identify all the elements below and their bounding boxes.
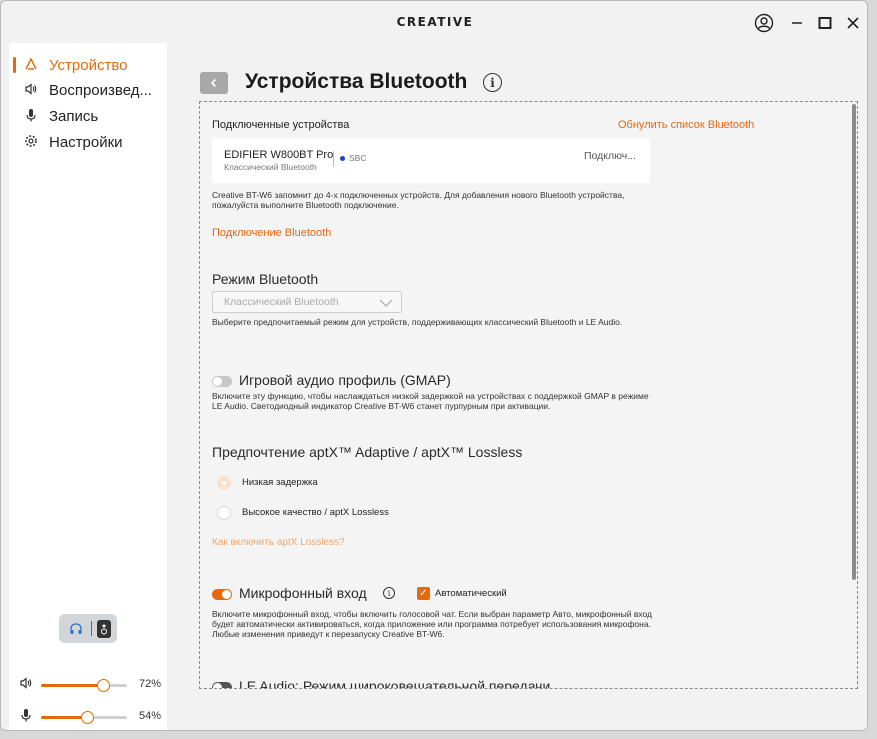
- radio-high-quality[interactable]: [217, 506, 231, 520]
- sidebar: Устройство Воспроизвед... Запись Настрой…: [9, 43, 167, 730]
- playback-volume: 72%: [17, 676, 167, 694]
- settings-panel: Подключенные устройства Обнулить список …: [199, 101, 858, 689]
- sidebar-item-label: Устройство: [49, 56, 128, 74]
- close-button[interactable]: [841, 11, 865, 35]
- gear-icon: [21, 134, 41, 151]
- volume-knob[interactable]: [81, 711, 94, 724]
- volume-knob[interactable]: [97, 679, 110, 692]
- device-type: Классический Bluetooth: [224, 162, 317, 172]
- bluetooth-mode-select[interactable]: Классический Bluetooth: [212, 291, 402, 313]
- radio-label: Высокое качество / aptX Lossless: [242, 507, 389, 518]
- mic-volume-slider[interactable]: [41, 711, 127, 724]
- creative-logo: CREATIVE: [396, 15, 474, 29]
- radio-low-latency[interactable]: [217, 476, 231, 490]
- gmap-note: Включите эту функцию, чтобы наслаждаться…: [212, 391, 649, 411]
- codec-label: SBC: [349, 153, 367, 163]
- codec-dot-icon: [340, 156, 345, 161]
- minimize-button[interactable]: [785, 11, 809, 35]
- scrollbar[interactable]: [852, 104, 856, 580]
- bluetooth-connect-link[interactable]: Подключение Bluetooth: [212, 227, 331, 239]
- aptx-lossless-help-link[interactable]: Как включить aptX Lossless?: [212, 537, 345, 548]
- mic-volume: 54%: [17, 708, 167, 726]
- sidebar-item-playback[interactable]: Воспроизвед...: [21, 79, 152, 101]
- microphone-icon: [21, 108, 41, 125]
- page-title: Устройства Bluetooth: [245, 70, 468, 93]
- app-window: CREATIVE Устройство Воспроизвед... Запис…: [0, 0, 868, 731]
- microphone-icon: [17, 708, 35, 725]
- headphone-icon[interactable]: [66, 619, 86, 639]
- le-broadcast-toggle[interactable]: [212, 682, 232, 688]
- minimize-icon: [792, 22, 802, 24]
- sidebar-item-recording[interactable]: Запись: [21, 105, 98, 127]
- speaker-icon: [17, 676, 35, 693]
- info-icon[interactable]: i: [483, 73, 502, 92]
- le-broadcast-heading: LE Audio: Режим широковещательной переда…: [239, 678, 551, 689]
- active-indicator: [13, 57, 16, 73]
- sidebar-item-device[interactable]: Устройство: [21, 54, 127, 76]
- connected-devices-note: Creative BT-W6 запомнит до 4-х подключен…: [212, 190, 625, 210]
- mic-input-toggle[interactable]: [212, 589, 232, 600]
- connected-devices-heading: Подключенные устройства: [212, 119, 350, 131]
- divider: [90, 621, 92, 636]
- auto-checkbox-label: Автоматический: [435, 588, 507, 599]
- mic-volume-percent: 54%: [139, 710, 162, 722]
- gmap-heading: Игровой аудио профиль (GMAP): [239, 372, 451, 388]
- title-bar: CREATIVE: [1, 1, 867, 43]
- divider: [333, 151, 334, 167]
- device-name: EDIFIER W800BT Pro: [224, 149, 334, 161]
- speaker-icon: [21, 82, 41, 99]
- user-circle-icon: [754, 13, 774, 33]
- account-button[interactable]: [752, 11, 776, 35]
- sidebar-item-label: Настройки: [49, 133, 123, 151]
- bluetooth-mode-note: Выберите предпочитаемый режим для устрой…: [212, 317, 623, 327]
- sidebar-item-settings[interactable]: Настройки: [21, 131, 123, 153]
- select-value: Классический Bluetooth: [224, 296, 339, 308]
- aptx-heading: Предпочтение aptX™ Adaptive / aptX™ Loss…: [212, 444, 523, 460]
- output-switch[interactable]: [59, 614, 117, 643]
- radio-label: Низкая задержка: [242, 477, 318, 488]
- volume-slider[interactable]: [41, 679, 127, 692]
- gmap-toggle[interactable]: [212, 376, 232, 387]
- mic-input-heading: Микрофонный вход: [239, 585, 367, 601]
- volume-percent: 72%: [139, 678, 162, 690]
- close-icon: [847, 17, 859, 29]
- mic-input-note: Включите микрофонный вход, чтобы включит…: [212, 609, 652, 639]
- sidebar-item-label: Воспроизвед...: [49, 81, 152, 99]
- speaker-icon[interactable]: [96, 619, 111, 638]
- headphone-icon: [21, 56, 41, 74]
- maximize-button[interactable]: [813, 11, 837, 35]
- reset-bluetooth-list-link[interactable]: Обнулить список Bluetooth: [618, 119, 754, 131]
- sidebar-item-label: Запись: [49, 107, 99, 125]
- back-button[interactable]: [200, 72, 228, 94]
- device-card[interactable]: EDIFIER W800BT Pro Классический Bluetoot…: [212, 138, 650, 183]
- info-icon[interactable]: i: [383, 587, 395, 599]
- auto-checkbox[interactable]: ✓: [417, 587, 430, 600]
- chevron-down-icon: [379, 299, 393, 307]
- chevron-left-icon: [210, 78, 217, 88]
- volume-fill: [41, 684, 103, 687]
- bluetooth-mode-heading: Режим Bluetooth: [212, 271, 319, 287]
- connection-status: Подключ...: [584, 150, 636, 162]
- main-content: Устройства Bluetooth i Подключенные устр…: [167, 43, 867, 730]
- maximize-icon: [818, 17, 832, 29]
